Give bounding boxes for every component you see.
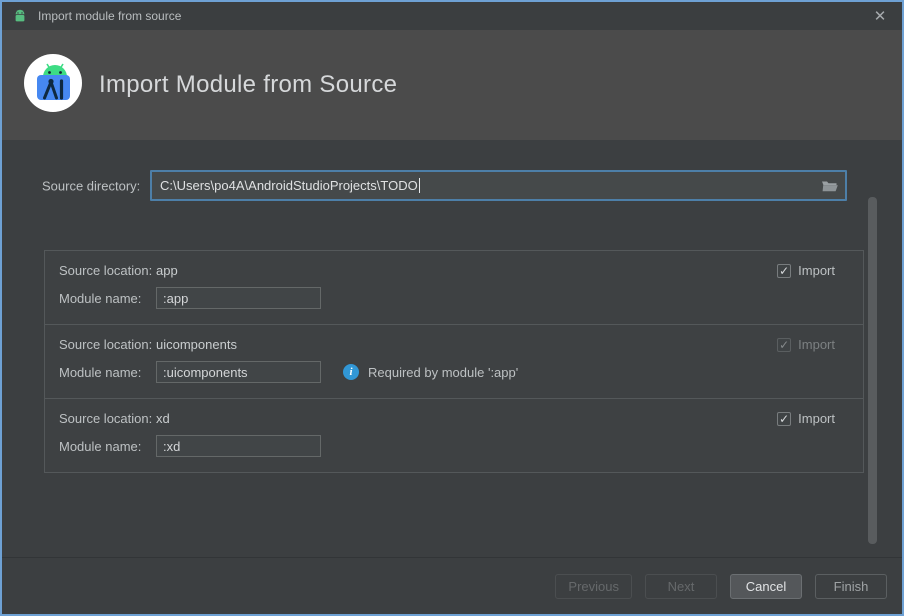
source-directory-value: C:\Users\po4A\AndroidStudioProjects\TODO — [160, 178, 418, 193]
android-icon — [12, 8, 28, 24]
source-location-value: app — [156, 263, 178, 278]
module-note: i Required by module ':app' — [343, 364, 518, 380]
module-name-input[interactable] — [156, 287, 321, 309]
module-name-label: Module name: — [59, 365, 156, 380]
source-location-value: uicomponents — [156, 337, 237, 352]
modules-panel: Source location: app Module name: ✓ Impo… — [44, 250, 864, 473]
import-label: Import — [798, 337, 835, 352]
dialog-body: Source directory: C:\Users\po4A\AndroidS… — [2, 140, 902, 557]
source-location-label: Source location: — [59, 263, 156, 278]
info-icon: i — [343, 364, 359, 380]
checkbox-checked-icon: ✓ — [777, 338, 791, 352]
module-name-label: Module name: — [59, 291, 156, 306]
checkbox-checked-icon[interactable]: ✓ — [777, 264, 791, 278]
page-title: Import Module from Source — [99, 71, 397, 99]
import-module-dialog: Import module from source ✕ Import Modul… — [0, 0, 904, 616]
close-icon[interactable]: ✕ — [858, 2, 902, 30]
source-location-label: Source location: — [59, 411, 156, 426]
title-bar: Import module from source ✕ — [2, 2, 902, 30]
import-checkbox-uicomponents: ✓ Import — [777, 337, 835, 352]
source-location-value: xd — [156, 411, 170, 426]
import-checkbox-xd[interactable]: ✓ Import — [777, 411, 835, 426]
wizard-header: Import Module from Source — [2, 30, 902, 140]
android-studio-logo-icon — [24, 54, 82, 112]
required-by-note: Required by module ':app' — [368, 365, 518, 380]
import-label: Import — [798, 411, 835, 426]
source-directory-row: Source directory: C:\Users\po4A\AndroidS… — [2, 170, 902, 202]
source-location-label: Source location: — [59, 337, 156, 352]
module-name-input[interactable] — [156, 435, 321, 457]
module-row-app: Source location: app Module name: ✓ Impo… — [45, 251, 863, 324]
next-button[interactable]: Next — [645, 574, 717, 599]
source-directory-label: Source directory: — [42, 179, 140, 194]
import-checkbox-app[interactable]: ✓ Import — [777, 263, 835, 278]
cancel-button[interactable]: Cancel — [730, 574, 802, 599]
previous-button[interactable]: Previous — [555, 574, 632, 599]
button-bar: Previous Next Cancel Finish — [2, 557, 902, 614]
module-name-input[interactable] — [156, 361, 321, 383]
window-title: Import module from source — [38, 9, 181, 23]
text-caret — [419, 178, 420, 193]
import-label: Import — [798, 263, 835, 278]
module-name-label: Module name: — [59, 439, 156, 454]
module-row-xd: Source location: xd Module name: ✓ Impor… — [45, 398, 863, 472]
module-row-uicomponents: Source location: uicomponents Module nam… — [45, 324, 863, 398]
source-directory-input[interactable]: C:\Users\po4A\AndroidStudioProjects\TODO — [150, 170, 847, 201]
checkbox-checked-icon[interactable]: ✓ — [777, 412, 791, 426]
vertical-scrollbar[interactable] — [868, 197, 877, 544]
browse-folder-icon[interactable] — [821, 179, 839, 193]
finish-button[interactable]: Finish — [815, 574, 887, 599]
